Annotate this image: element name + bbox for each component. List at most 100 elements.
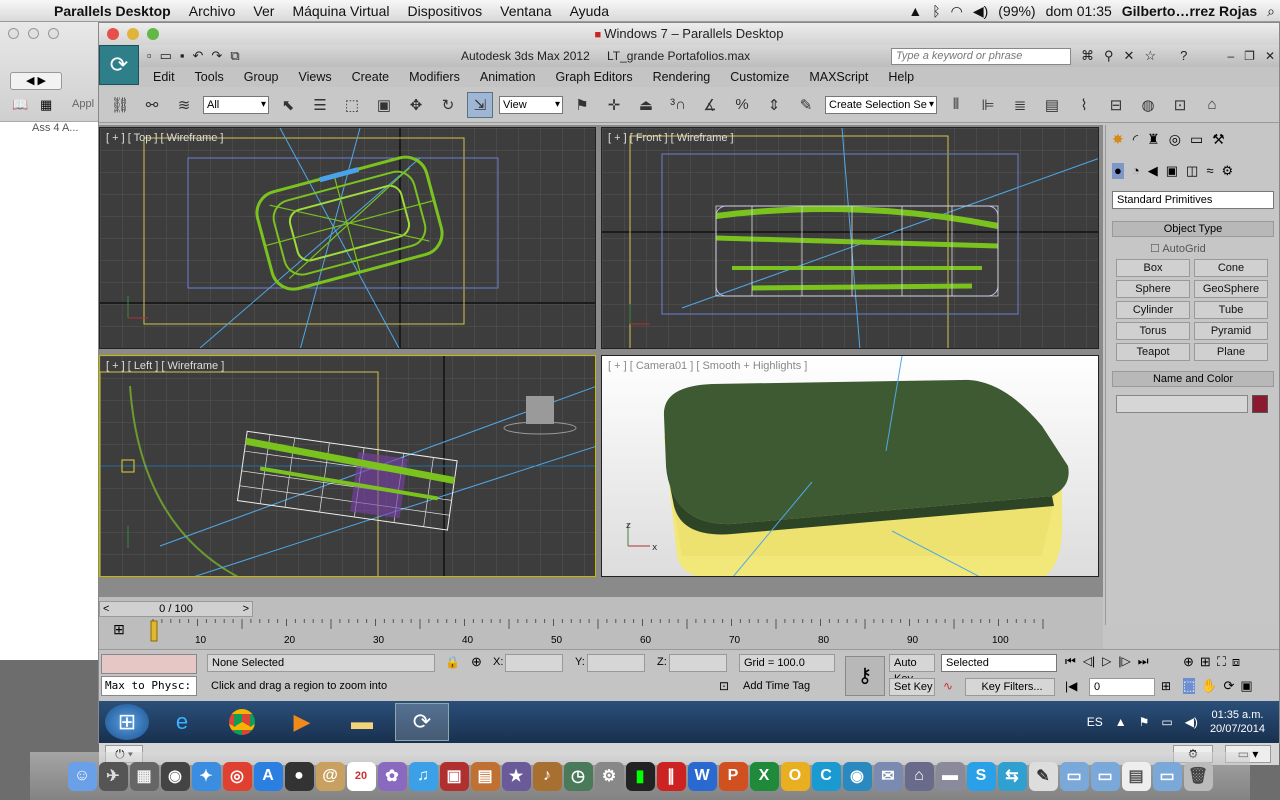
app-menu[interactable]: Parallels Desktop	[40, 3, 180, 19]
minimize-light[interactable]	[28, 28, 39, 39]
show-hidden-icons-icon[interactable]: ▲	[1115, 715, 1127, 729]
sphere-button[interactable]: Sphere	[1116, 280, 1190, 298]
set-key-button[interactable]: Set Key	[889, 678, 935, 696]
spinner-snap-icon[interactable]: ⇕	[761, 92, 787, 118]
add-time-tag[interactable]: Add Time Tag	[739, 678, 835, 696]
menu-dispositivos[interactable]: Dispositivos	[398, 3, 491, 19]
key-icon[interactable]: ⚲	[1104, 48, 1114, 64]
menu-create[interactable]: Create	[342, 70, 400, 84]
field-of-view-icon[interactable]: ⬚	[1183, 678, 1196, 694]
pan-icon[interactable]: ✋	[1201, 678, 1217, 694]
outlook-icon[interactable]: O	[780, 761, 810, 791]
scale-icon[interactable]: ⇲	[467, 91, 493, 118]
viewport-camera[interactable]: [ + ] [ Camera01 ] [ Smooth + Highlights…	[601, 355, 1099, 577]
orbit-icon[interactable]: ⟳	[1223, 678, 1234, 694]
selection-filter-dropdown[interactable]: All	[203, 95, 269, 114]
systems-icon[interactable]: ⚙	[1221, 163, 1233, 179]
x-coordinate-field[interactable]	[505, 654, 563, 672]
minimize-icon[interactable]: –	[1227, 49, 1234, 63]
drive-icon[interactable]: ▲	[903, 3, 927, 19]
key-filters-button[interactable]: Key Filters...	[965, 678, 1055, 696]
lights-icon[interactable]: ◀	[1148, 163, 1158, 179]
launchpad-icon[interactable]: ✈	[98, 761, 128, 791]
primitive-category-dropdown[interactable]: Standard Primitives	[1112, 191, 1274, 209]
volume-icon[interactable]: ◀)	[968, 3, 993, 20]
minimize-light[interactable]	[127, 28, 139, 40]
auto-key-button[interactable]: Auto Key	[889, 654, 935, 685]
zoom-icon[interactable]: ⊕	[1183, 654, 1194, 670]
pyramid-button[interactable]: Pyramid	[1194, 322, 1268, 340]
zoom-extents-icon[interactable]: ⛶	[1217, 654, 1226, 670]
photo-booth-icon[interactable]: ▣	[439, 761, 469, 791]
binoculars-icon[interactable]: ⌘	[1081, 48, 1094, 64]
box-button[interactable]: Box	[1116, 259, 1190, 277]
mail-icon[interactable]: ✉	[873, 761, 903, 791]
menu-modifiers[interactable]: Modifiers	[399, 70, 470, 84]
time-slider[interactable]: <0 / 100 >	[99, 601, 253, 617]
home-icon[interactable]: ⌂	[904, 761, 934, 791]
undo-icon[interactable]: ↶	[193, 48, 204, 64]
preview-icon[interactable]: ▤	[470, 761, 500, 791]
absolute-mode-icon[interactable]: ⊕	[471, 654, 482, 670]
key-mode-toggle-icon[interactable]: |◀	[1065, 679, 1077, 693]
excel-icon[interactable]: X	[749, 761, 779, 791]
maxscript-listener-pink[interactable]	[101, 654, 197, 674]
menu-ventana[interactable]: Ventana	[491, 3, 560, 19]
new-file-icon[interactable]: ▫	[147, 48, 152, 64]
photos-icon[interactable]: ✿	[377, 761, 407, 791]
close-light[interactable]	[107, 28, 119, 40]
trash-icon[interactable]: 🗑	[1183, 761, 1213, 791]
helpers-icon[interactable]: ◫	[1186, 163, 1198, 179]
angle-snap-icon[interactable]: ∡	[697, 92, 723, 118]
prev-frame-icon[interactable]: ◁|	[1083, 654, 1095, 669]
facetime-icon[interactable]: ●	[284, 761, 314, 791]
display-tab-icon[interactable]: ▭	[1190, 131, 1203, 148]
finder-icon[interactable]: ☺	[67, 761, 97, 791]
teapot-button[interactable]: Teapot	[1116, 343, 1190, 361]
goto-start-icon[interactable]: ⏮	[1065, 654, 1076, 669]
dashboard-icon[interactable]: ◉	[160, 761, 190, 791]
curve-editor-icon[interactable]: ⌇	[1071, 92, 1097, 118]
create-tab-icon[interactable]: ✸	[1112, 131, 1124, 148]
layer-manager-icon[interactable]: ≣	[1007, 92, 1033, 118]
app-logo-icon[interactable]: ⟳	[99, 45, 139, 85]
contacts-icon[interactable]: @	[315, 761, 345, 791]
plane-button[interactable]: Plane	[1194, 343, 1268, 361]
zoom-light[interactable]	[48, 28, 59, 39]
rotate-icon[interactable]: ↻	[435, 92, 461, 118]
align-icon[interactable]: ⊫	[975, 92, 1001, 118]
schematic-view-icon[interactable]: ⊟	[1103, 92, 1129, 118]
shapes-icon[interactable]: ◔	[1132, 163, 1140, 179]
key-tangent-icon[interactable]: ∿	[943, 679, 953, 693]
system-preferences-icon[interactable]: ⚙	[594, 761, 624, 791]
set-key-icon[interactable]: ⚷	[845, 656, 885, 696]
mirror-icon[interactable]: ⫴	[943, 92, 969, 118]
grid-icon[interactable]: ▦	[40, 97, 52, 113]
slider-prev-icon[interactable]: <	[100, 602, 109, 616]
name-color-header[interactable]: Name and Color	[1112, 371, 1274, 387]
applications-folder-icon[interactable]: ▭	[1059, 761, 1089, 791]
zoom-all-icon[interactable]: ⊞	[1200, 654, 1211, 670]
star-icon[interactable]: ☆	[1144, 48, 1156, 64]
zoom-light[interactable]	[147, 28, 159, 40]
zoom-extents-all-icon[interactable]: ⧈	[1232, 654, 1240, 670]
render-icon[interactable]: ⌂	[1199, 92, 1225, 118]
lock-icon[interactable]: 🔒	[445, 655, 460, 669]
hold-icon[interactable]: ⧉	[230, 48, 239, 64]
cylinder-button[interactable]: Cylinder	[1116, 301, 1190, 319]
3dsmax-taskbar-icon[interactable]: ⟳	[395, 703, 449, 741]
keyboard-shortcut-icon[interactable]: ⏏	[633, 92, 659, 118]
network-icon[interactable]: ▭	[1161, 715, 1172, 729]
textedit-icon[interactable]: ✎	[1028, 761, 1058, 791]
search-input[interactable]: Type a keyword or phrase	[891, 48, 1071, 65]
bind-spacewarp-icon[interactable]: ≋	[171, 92, 197, 118]
named-selection-icon[interactable]: ✎	[793, 92, 819, 118]
bluetooth-icon[interactable]: ᛒ	[927, 3, 945, 19]
battery-status[interactable]: (99%)	[993, 3, 1040, 19]
y-coordinate-field[interactable]	[587, 654, 645, 672]
next-frame-icon[interactable]: |▷	[1118, 654, 1130, 669]
viewport-label[interactable]: [ + ] [ Top ] [ Wireframe ]	[106, 132, 223, 144]
calendar-icon[interactable]: 20	[346, 761, 376, 791]
goto-end-icon[interactable]: ⏭	[1138, 654, 1149, 669]
garageband-icon[interactable]: ♪	[532, 761, 562, 791]
